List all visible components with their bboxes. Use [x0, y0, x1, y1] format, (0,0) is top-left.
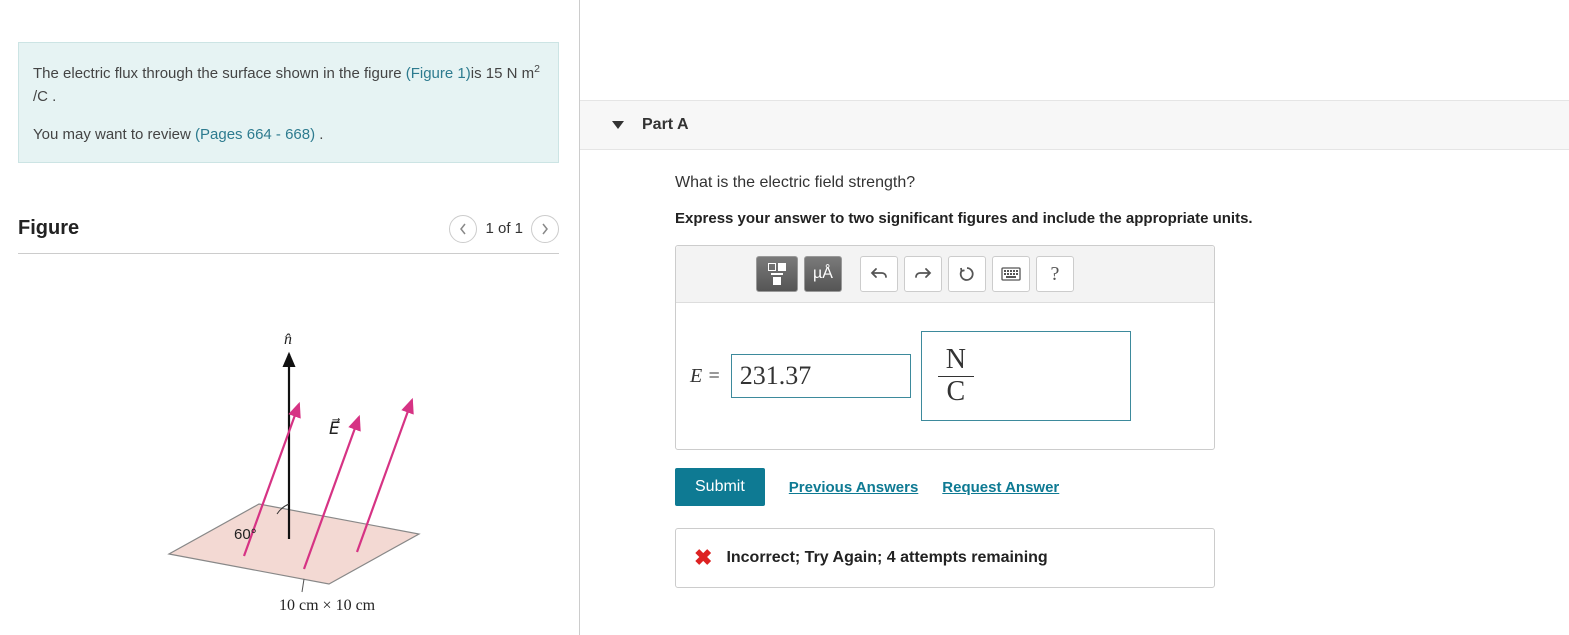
prompt-line-2: You may want to review (Pages 664 - 668)…: [33, 123, 544, 146]
unit-denominator: C: [938, 377, 973, 408]
request-answer-link[interactable]: Request Answer: [942, 479, 1059, 496]
figure-pager: 1 of 1: [449, 215, 559, 243]
figure-link[interactable]: (Figure 1): [406, 65, 471, 82]
question-instruction: Express your answer to two significant f…: [675, 210, 1537, 227]
prev-figure-button[interactable]: [449, 215, 477, 243]
unit-input[interactable]: N C: [921, 331, 1131, 421]
units-label: µÅ: [813, 265, 833, 283]
prompt-text: .: [315, 126, 323, 143]
pager-label: 1 of 1: [485, 220, 523, 237]
submit-button[interactable]: Submit: [675, 468, 765, 506]
variable-label: E =: [690, 365, 721, 388]
prompt-text: The electric flux through the surface sh…: [33, 65, 406, 82]
answer-entry-panel: µÅ ?: [675, 245, 1215, 450]
previous-answers-link[interactable]: Previous Answers: [789, 479, 919, 496]
prompt-box: The electric flux through the surface sh…: [18, 42, 559, 163]
template-icon: [768, 263, 786, 285]
prompt-line-1: The electric flux through the surface sh…: [33, 61, 544, 109]
question-text: What is the electric field strength?: [675, 174, 1537, 192]
keyboard-icon: [1001, 267, 1021, 281]
answer-panel-col: Part A What is the electric field streng…: [580, 0, 1569, 635]
part-header[interactable]: Part A: [580, 100, 1569, 150]
undo-button[interactable]: [860, 256, 898, 292]
problem-panel: The electric flux through the surface sh…: [0, 0, 580, 635]
part-title: Part A: [642, 116, 689, 134]
reset-icon: [958, 265, 976, 283]
redo-button[interactable]: [904, 256, 942, 292]
incorrect-icon: ✖: [694, 545, 712, 571]
feedback-text: Incorrect; Try Again; 4 attempts remaini…: [726, 549, 1047, 567]
e-vector-label: E⃗: [329, 418, 340, 438]
unit-fraction: N C: [938, 345, 974, 408]
reset-button[interactable]: [948, 256, 986, 292]
templates-button[interactable]: [756, 256, 798, 292]
chevron-left-icon: [459, 223, 467, 235]
figure-heading: Figure: [18, 217, 79, 240]
prompt-sup: 2: [534, 63, 540, 75]
next-figure-button[interactable]: [531, 215, 559, 243]
pages-link[interactable]: (Pages 664 - 668): [195, 126, 315, 143]
units-button[interactable]: µÅ: [804, 256, 842, 292]
action-row: Submit Previous Answers Request Answer: [675, 468, 1537, 506]
chevron-right-icon: [541, 223, 549, 235]
n-hat-label: n̂: [284, 331, 292, 348]
unit-numerator: N: [938, 345, 974, 377]
redo-icon: [914, 267, 932, 281]
answer-row: E = N C: [676, 303, 1214, 449]
keyboard-button[interactable]: [992, 256, 1030, 292]
dimension-label: 10 cm × 10 cm: [279, 597, 376, 614]
prompt-text: is 15 N m: [471, 65, 534, 82]
angle-label: 60°: [234, 526, 257, 543]
figure-header: Figure 1 of 1: [18, 215, 559, 254]
caret-down-icon: [612, 121, 624, 129]
undo-icon: [870, 267, 888, 281]
answer-toolbar: µÅ ?: [676, 246, 1214, 303]
help-label: ?: [1051, 263, 1060, 286]
prompt-text: /C .: [33, 88, 56, 105]
figure-image: n̂ E⃗ 60° 10 cm × 10 cm: [18, 324, 559, 614]
help-button[interactable]: ?: [1036, 256, 1074, 292]
value-input[interactable]: [731, 354, 911, 398]
feedback-box: ✖ Incorrect; Try Again; 4 attempts remai…: [675, 528, 1215, 588]
prompt-text: You may want to review: [33, 126, 195, 143]
